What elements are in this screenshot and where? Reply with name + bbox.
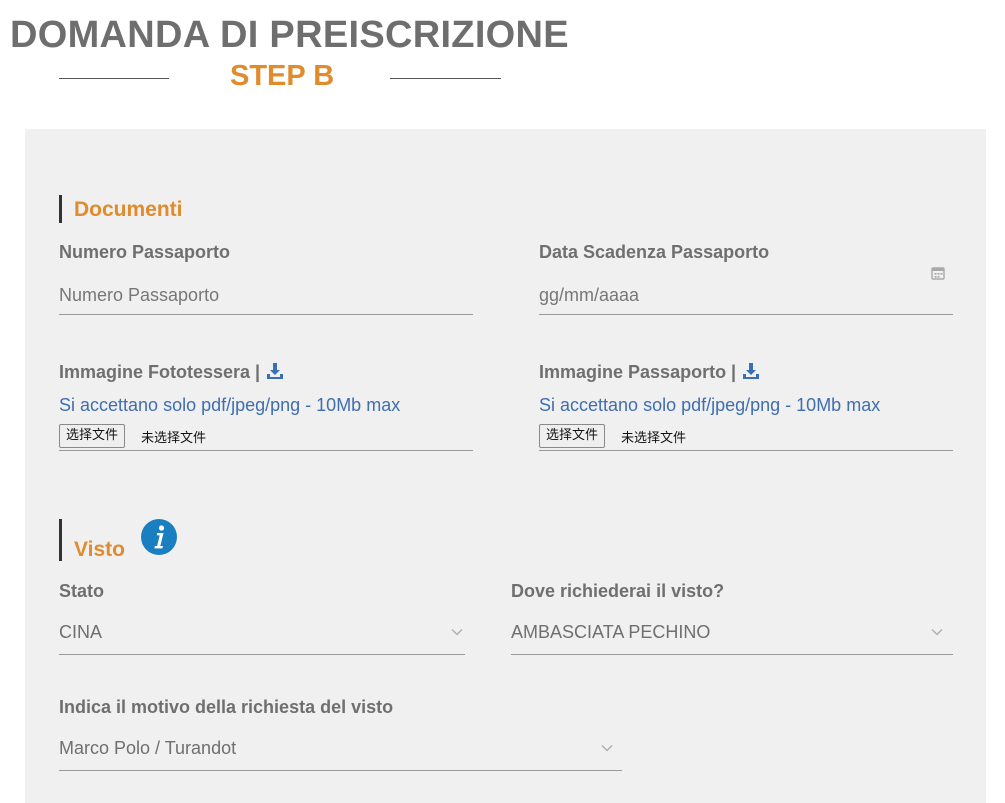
- where-label: Dove richiederai il visto?: [511, 581, 725, 601]
- info-icon[interactable]: [140, 518, 178, 556]
- page-title: DOMANDA DI PREISCRIZIONE: [10, 14, 569, 56]
- photo-upload-label-text: Immagine Fototessera |: [59, 362, 261, 382]
- step-divider-right: [390, 78, 501, 79]
- where-select[interactable]: AMBASCIATA PECHINO: [511, 614, 953, 655]
- passport-file-status: 未选择文件: [621, 431, 687, 446]
- state-select-value: CINA: [59, 622, 103, 642]
- passport-expiry-label: Data Scadenza Passaporto: [539, 242, 770, 262]
- photo-file-input[interactable]: 选择文件 未选择文件: [59, 424, 473, 451]
- reason-label: Indica il motivo della richiesta del vis…: [59, 697, 394, 717]
- step-label: STEP B: [230, 60, 335, 92]
- passport-number-label: Numero Passaporto: [59, 242, 231, 262]
- download-icon[interactable]: [742, 362, 760, 380]
- passport-choose-file-button[interactable]: 选择文件: [539, 424, 606, 448]
- section-heading-visto: Visto: [59, 519, 125, 561]
- passport-upload-hint: Si accettano solo pdf/jpeg/png - 10Mb ma…: [539, 395, 881, 415]
- photo-upload-hint: Si accettano solo pdf/jpeg/png - 10Mb ma…: [59, 395, 401, 415]
- passport-number-input[interactable]: [59, 276, 473, 315]
- passport-file-input[interactable]: 选择文件 未选择文件: [539, 424, 953, 451]
- chevron-down-icon: [931, 628, 943, 636]
- chevron-down-icon: [601, 744, 613, 752]
- state-label: Stato: [59, 581, 104, 601]
- step-divider-left: [59, 78, 169, 79]
- photo-upload-label: Immagine Fototessera |: [59, 362, 284, 383]
- form-panel: Documenti Numero Passaporto Data Scadenz…: [25, 129, 986, 803]
- chevron-down-icon: [451, 628, 463, 636]
- passport-upload-label: Immagine Passaporto |: [539, 362, 760, 383]
- state-select[interactable]: CINA: [59, 614, 465, 655]
- reason-select[interactable]: Marco Polo / Turandot: [59, 730, 622, 771]
- where-select-value: AMBASCIATA PECHINO: [511, 622, 711, 642]
- photo-file-status: 未选择文件: [141, 431, 207, 446]
- calendar-icon[interactable]: [931, 266, 945, 280]
- reason-select-value: Marco Polo / Turandot: [59, 738, 237, 758]
- download-icon[interactable]: [266, 362, 284, 380]
- passport-expiry-input[interactable]: [539, 276, 953, 315]
- photo-choose-file-button[interactable]: 选择文件: [59, 424, 126, 448]
- passport-upload-label-text: Immagine Passaporto |: [539, 362, 737, 382]
- section-heading-documenti: Documenti: [59, 195, 183, 223]
